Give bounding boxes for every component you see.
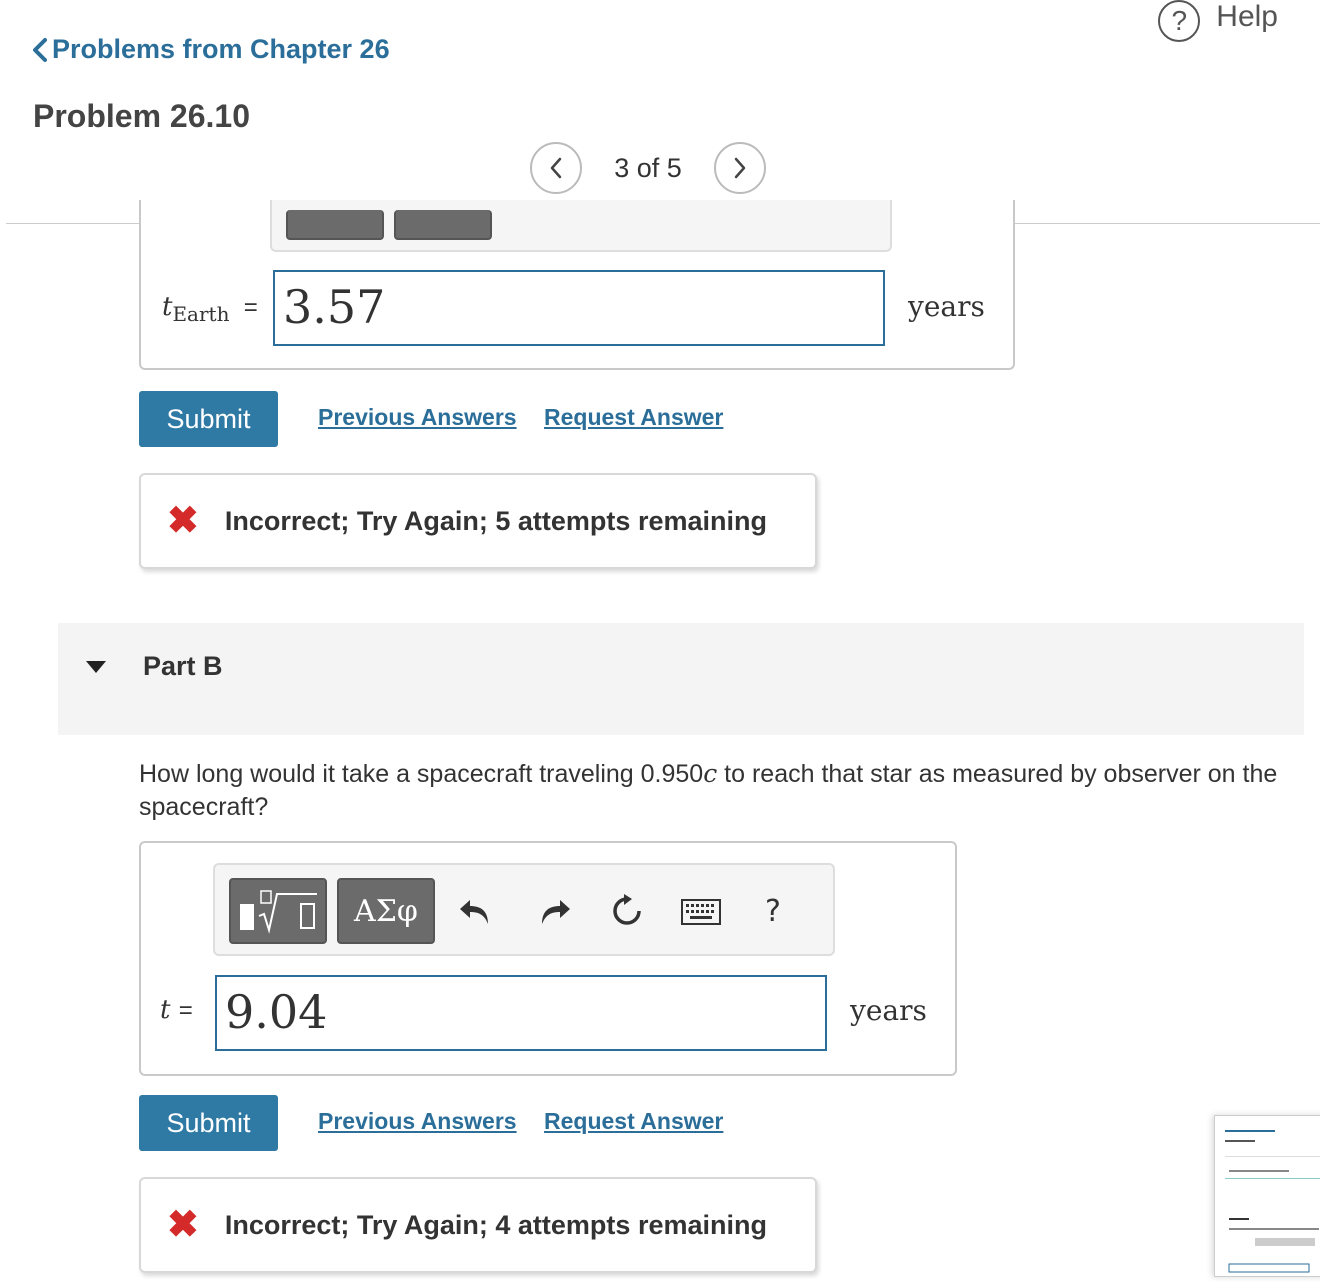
screenshot-thumbnail[interactable] — [1214, 1115, 1320, 1277]
pager-text: 3 of 5 — [614, 152, 682, 183]
feedback-box: ✖ Incorrect; Try Again; 5 attempts remai… — [139, 473, 817, 569]
help-icon: ? — [1158, 0, 1201, 42]
math-toolbar: ΑΣφ ? — [213, 863, 835, 956]
question-text: How long would it take a spacecraft trav… — [139, 759, 1278, 821]
reset-icon[interactable] — [607, 887, 647, 935]
chevron-left-icon — [33, 37, 47, 62]
fraction-sqrt-icon — [240, 890, 317, 934]
pager: 3 of 5 — [530, 142, 766, 194]
t-label: t = — [160, 995, 193, 1025]
chevron-right-icon — [734, 157, 746, 179]
t-input[interactable]: 9.04 — [215, 975, 827, 1051]
previous-answers-link[interactable]: Previous Answers — [318, 1108, 517, 1135]
back-link-label: Problems from Chapter 26 — [52, 34, 390, 64]
t-earth-label: tEarth = — [162, 292, 258, 327]
templates-button[interactable] — [229, 878, 327, 944]
request-answer-link[interactable]: Request Answer — [544, 1108, 723, 1135]
feedback-text: Incorrect; Try Again; 5 attempts remaini… — [224, 505, 767, 536]
collapse-triangle-icon — [86, 661, 106, 673]
submit-button[interactable]: Submit — [139, 1095, 278, 1151]
part-b-label: Part B — [143, 651, 223, 681]
screenshot-thumbnail-image — [1225, 1130, 1320, 1273]
back-link[interactable]: Problems from Chapter 26 — [32, 34, 390, 65]
help-button[interactable]: ? Help — [1158, 0, 1278, 42]
undo-icon[interactable] — [455, 887, 495, 935]
feedback-box: ✖ Incorrect; Try Again; 4 attempts remai… — [139, 1177, 817, 1273]
math-help-button[interactable]: ? — [755, 887, 791, 935]
page-title: Problem 26.10 — [33, 98, 250, 134]
request-answer-link[interactable]: Request Answer — [544, 404, 723, 431]
t-earth-input[interactable]: 3.57 — [273, 270, 885, 346]
chevron-left-icon — [550, 157, 562, 179]
part-b-header[interactable]: Part B — [58, 623, 1304, 735]
keyboard-icon[interactable] — [679, 891, 723, 933]
greek-symbols-button[interactable]: ΑΣφ — [337, 878, 435, 944]
templates-button[interactable] — [286, 210, 384, 240]
redo-icon[interactable] — [535, 887, 575, 935]
greek-symbols-label: ΑΣφ — [354, 893, 418, 929]
submit-button[interactable]: Submit — [139, 391, 278, 447]
previous-answers-link[interactable]: Previous Answers — [318, 404, 517, 431]
unit-label: years — [850, 994, 927, 1027]
previous-problem-button[interactable] — [530, 142, 582, 194]
help-label: Help — [1216, 0, 1278, 33]
greek-symbols-button[interactable] — [394, 210, 492, 240]
unit-label: years — [908, 290, 985, 323]
part-a-toolbar — [270, 200, 892, 252]
feedback-text: Incorrect; Try Again; 4 attempts remaini… — [224, 1209, 767, 1240]
next-problem-button[interactable] — [714, 142, 766, 194]
incorrect-x-icon: ✖ — [167, 1204, 199, 1246]
incorrect-x-icon: ✖ — [167, 500, 199, 542]
